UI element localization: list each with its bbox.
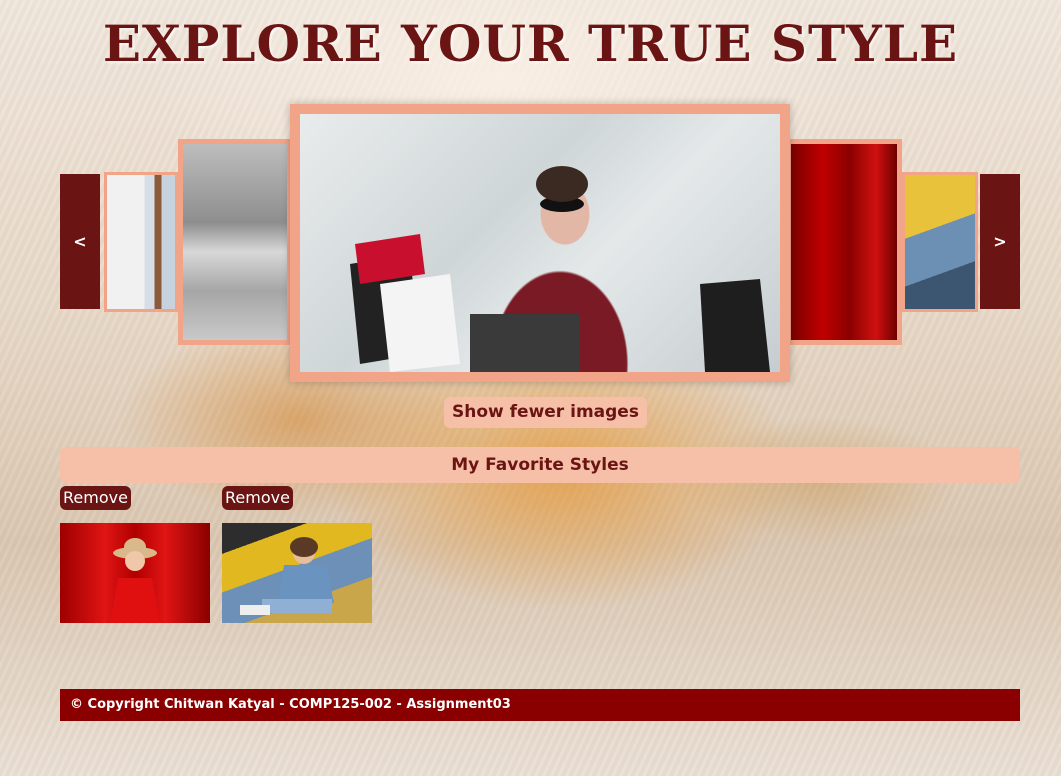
shopping-photo-illustration [350, 166, 770, 372]
carousel-slide-left[interactable] [178, 139, 292, 345]
remove-button[interactable]: Remove [222, 486, 293, 510]
carousel-image-main [300, 114, 780, 372]
carousel-slide-right[interactable] [786, 139, 902, 345]
red-dress-photo-illustration [110, 538, 160, 623]
carousel-slide-far-left[interactable] [104, 172, 178, 312]
denim-jacket-photo-illustration [240, 537, 334, 615]
carousel-image [905, 175, 975, 309]
remove-button[interactable]: Remove [60, 486, 131, 510]
favorite-image[interactable] [222, 523, 372, 623]
carousel-image [791, 144, 897, 340]
favorite-image[interactable] [60, 523, 210, 623]
carousel-image [183, 144, 287, 340]
carousel-next-button[interactable]: > [980, 174, 1020, 309]
carousel-slide-far-right[interactable] [902, 172, 978, 312]
favorite-item: Remove [60, 486, 210, 623]
carousel-prev-button[interactable]: < [60, 174, 100, 309]
favorites-heading: My Favorite Styles [60, 447, 1020, 483]
carousel-slide-center[interactable] [290, 104, 790, 382]
carousel-image [107, 175, 175, 309]
page-title: EXPLORE YOUR TRUE STYLE [102, 14, 959, 73]
show-fewer-images-button[interactable]: Show fewer images [444, 397, 647, 428]
favorite-item: Remove [222, 486, 372, 623]
footer-copyright: © Copyright Chitwan Katyal - COMP125-002… [60, 689, 1020, 721]
